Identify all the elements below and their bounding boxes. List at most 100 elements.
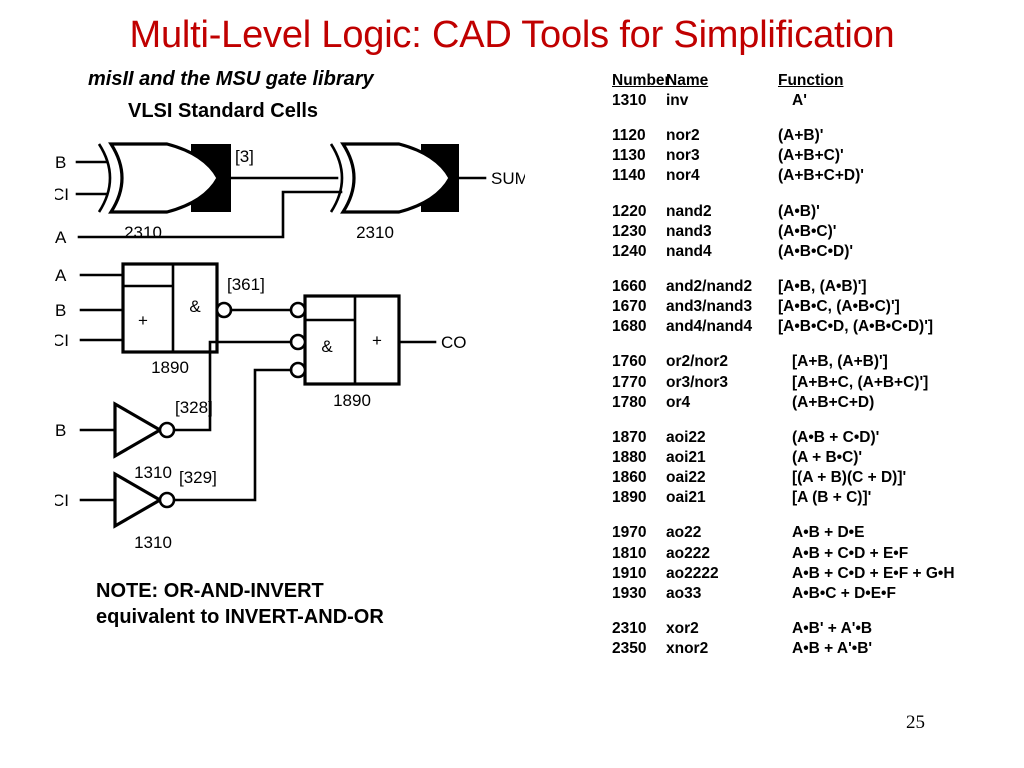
- oai2-and-symbol: &: [321, 337, 333, 356]
- cell-function: (A+B+C)': [778, 147, 844, 165]
- cell-name: nand4: [666, 242, 712, 260]
- table-row: 1680 and4/nand4 [A•B•C•D, (A•B•C•D)']: [612, 317, 955, 337]
- cell-number: 1910: [612, 564, 647, 582]
- table-row: 1660 and2/nand2 [A•B, (A•B)']: [612, 277, 955, 297]
- note-text: NOTE: OR-AND-INVERT equivalent to INVERT…: [96, 580, 384, 629]
- cell-function: (A•B•C•D)': [778, 242, 854, 260]
- cell-number: 1660: [612, 277, 647, 295]
- gate-library-table: Number Name Function 1310 inv A' 1120 nor2 (A…: [612, 72, 955, 659]
- oai-gate-1: + & A B CI [361] 1890: [55, 262, 300, 377]
- cell-number: 1870: [612, 428, 647, 446]
- label-xor1-cell: 2310: [124, 223, 162, 242]
- label-inv2-cell: 1310: [134, 533, 172, 552]
- cell-name: or4: [666, 393, 691, 411]
- label-xor2-in-a: A: [55, 228, 67, 247]
- cell-number: 1120: [612, 127, 646, 145]
- cell-name: and4/nand4: [666, 318, 753, 336]
- table-row: 1870 aoi22 (A•B + C•D)': [612, 428, 955, 448]
- cell-name: and2/nand2: [666, 277, 753, 295]
- label-oai1-in-b: B: [55, 301, 66, 320]
- table-row: 1140 nor4 (A+B+C+D)': [612, 166, 955, 186]
- cell-number: 1230: [612, 222, 647, 240]
- table-group-spacer: [612, 508, 955, 523]
- table-row: 1810 ao222 A•B + C•D + E•F: [612, 544, 955, 564]
- table-row: 2350 xnor2 A•B + A'•B': [612, 639, 955, 659]
- table-row: 1240 nand4 (A•B•C•D)': [612, 242, 955, 262]
- cell-name: ao222: [666, 544, 710, 562]
- cell-function: A•B + C•D + E•F: [792, 544, 909, 562]
- label-xor1-in-ci: CI: [55, 185, 69, 204]
- page-title: Multi-Level Logic: CAD Tools for Simplif…: [129, 14, 895, 56]
- cell-function: A': [792, 92, 807, 109]
- cell-number: 1880: [612, 448, 647, 466]
- table-group-spacer: [612, 413, 955, 428]
- cell-name: ao22: [666, 524, 702, 542]
- table-group-spacer: [612, 337, 955, 352]
- cell-function: [A•B•C, (A•B•C)']: [778, 298, 900, 316]
- table-row: 1220 nand2 (A•B)': [612, 202, 955, 222]
- table-header-row: Number Name Function: [612, 72, 955, 90]
- cell-function: A•B + C•D + E•F + G•H: [792, 564, 955, 582]
- oai2-input-bubble-2: [289, 333, 307, 351]
- column-header-function: Function: [778, 72, 844, 89]
- cell-name: oai21: [666, 489, 706, 507]
- slide-number: 25: [906, 712, 925, 733]
- cell-name: ao33: [666, 584, 702, 602]
- cell-number: 1770: [612, 373, 647, 391]
- cell-number: 1810: [612, 544, 647, 562]
- subtitle-misii: misII and the MSU gate library: [88, 68, 374, 90]
- cell-name: xor2: [666, 619, 699, 637]
- oai2-input-bubble-3: [289, 361, 307, 379]
- cell-function: A•B•C + D•E•F: [792, 584, 896, 602]
- label-out-co: CO: [441, 333, 467, 352]
- cell-number: 1780: [612, 393, 647, 411]
- cell-function: [A+B, (A+B)']: [792, 353, 888, 371]
- column-header-number: Number: [612, 72, 671, 89]
- table-row: 1670 and3/nand3 [A•B•C, (A•B•C)']: [612, 297, 955, 317]
- cell-function: (A•B)': [778, 202, 820, 220]
- cell-number: 1310: [612, 92, 647, 109]
- cell-name: nor4: [666, 167, 700, 185]
- label-net-361: [361]: [227, 275, 265, 294]
- oai2-or-symbol: +: [372, 331, 382, 350]
- table-group-spacer: [612, 604, 955, 619]
- cell-number: 1930: [612, 584, 647, 602]
- label-inv2-in: CI: [55, 491, 69, 510]
- label-oai1-cell: 1890: [151, 358, 189, 377]
- table-row: 1890 oai21 [A (B + C)]': [612, 488, 955, 508]
- cell-function: [A (B + C)]': [792, 489, 872, 507]
- subtitle-vlsi-standard-cells: VLSI Standard Cells: [128, 100, 319, 122]
- oai1-box: [121, 262, 219, 354]
- label-xor2-cell: 2310: [356, 223, 394, 242]
- cell-name: nor2: [666, 127, 700, 145]
- table-row: 1930 ao33 A•B•C + D•E•F: [612, 584, 955, 604]
- column-header-name: Name: [666, 72, 709, 89]
- cell-name: nand2: [666, 202, 712, 220]
- table-body: 1310 inv A' 1120 nor2 (A+B)' 1130 nor3 (A+B+C)' 1…: [612, 91, 955, 659]
- cell-function: (A+B+C+D)': [778, 167, 864, 185]
- cell-name: or2/nor2: [666, 353, 729, 371]
- table-row: 1770 or3/nor3 [A+B+C, (A+B+C)']: [612, 373, 955, 393]
- cell-function: [(A + B)(C + D)]': [792, 469, 907, 487]
- oai1-output-bubble: [215, 301, 233, 319]
- cell-number: 1970: [612, 524, 647, 542]
- cell-function: A•B + D•E: [792, 524, 865, 542]
- table-row: 1130 nor3 (A+B+C)': [612, 146, 955, 166]
- cell-name: inv: [666, 92, 689, 109]
- cell-name: nor3: [666, 147, 700, 165]
- label-oai1-in-ci: CI: [55, 331, 69, 350]
- cell-number: 1680: [612, 318, 647, 336]
- label-xor1-in-b: B: [55, 153, 66, 172]
- table-row: 1780 or4 (A+B+C+D): [612, 393, 955, 413]
- cell-function: (A + B•C)': [792, 448, 863, 466]
- cell-function: (A+B+C+D): [792, 393, 875, 411]
- label-oai2-cell: 1890: [333, 391, 371, 410]
- cell-number: 1890: [612, 489, 647, 507]
- table-row: 1970 ao22 A•B + D•E: [612, 523, 955, 543]
- table-row: 1230 nand3 (A•B•C)': [612, 222, 955, 242]
- oai2-input-bubble-1: [289, 301, 307, 319]
- cell-number: 1240: [612, 242, 647, 260]
- cell-name: ao2222: [666, 564, 719, 582]
- cell-number: 1130: [612, 147, 646, 165]
- cell-function: (A•B + C•D)': [792, 428, 880, 446]
